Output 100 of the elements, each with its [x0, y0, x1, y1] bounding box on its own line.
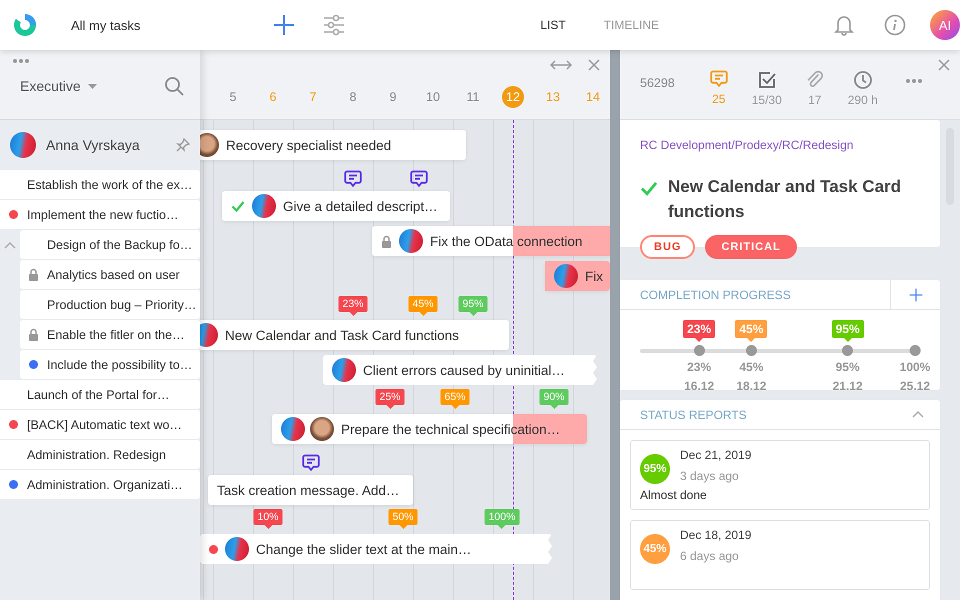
- tag: BUG: [640, 235, 696, 259]
- caret-icon[interactable]: [88, 84, 97, 88]
- task-bar[interactable]: Prepare the technical specification…: [272, 414, 587, 444]
- task-title: Recovery specialist needed: [226, 138, 392, 152]
- plus-icon[interactable]: [273, 14, 296, 36]
- task-title: Fix the OData connection: [430, 234, 582, 248]
- breadcrumb-link[interactable]: RC Development/Prodexy/RC/Redesign: [640, 138, 854, 152]
- task-title: Give a detailed descript…: [283, 198, 438, 214]
- milestone-percent: 23%: [687, 360, 712, 374]
- task-title: Prepare the technical specification…: [341, 422, 560, 436]
- task-row[interactable]: Administration. Organizati…: [0, 470, 200, 499]
- comment-icon: [302, 454, 320, 473]
- info-icon[interactable]: [884, 14, 906, 36]
- task-title: [BACK] Automatic text wo…: [27, 418, 182, 432]
- task-title: Establish the work of the ex…: [27, 178, 192, 192]
- milestone-dot: [694, 345, 705, 356]
- task-title: Implement the new fuctio…: [27, 208, 178, 222]
- task-bar[interactable]: Fix: [545, 261, 610, 291]
- avatar: [332, 358, 356, 382]
- avatar: [281, 417, 305, 441]
- avatar: [252, 194, 276, 218]
- lock-icon: [28, 268, 39, 281]
- task-row[interactable]: Analytics based on user: [20, 260, 200, 289]
- task-title: Administration. Organizati…: [27, 478, 183, 492]
- section-title: STATUS REPORTS: [640, 408, 747, 422]
- chevron-icon[interactable]: [4, 242, 16, 249]
- task-title: Analytics based on user: [47, 268, 180, 282]
- avatar: [310, 417, 334, 441]
- expand-arrows-icon[interactable]: [550, 60, 572, 70]
- search-icon[interactable]: [164, 76, 184, 96]
- task-title: New Calendar and Task Card functions: [668, 176, 902, 223]
- task-title: Enable the fitler on the…: [47, 328, 185, 342]
- task-bar[interactable]: New Calendar and Task Card functions: [200, 320, 509, 350]
- page-title: All my tasks: [71, 18, 140, 32]
- task-row[interactable]: Implement the new fuctio…: [0, 200, 200, 229]
- logo-icon[interactable]: [13, 13, 37, 37]
- task-title: Client errors caused by uninitial…: [363, 362, 565, 378]
- avatar: [200, 133, 219, 157]
- paperclip-icon: [804, 70, 825, 90]
- comment-icon: [410, 170, 428, 189]
- day-label: 9: [388, 89, 398, 106]
- percent-badge: 45%: [640, 534, 670, 564]
- report-date: Dec 18, 2019: [680, 528, 752, 542]
- checkbox-icon: [756, 70, 777, 90]
- task-title: New Calendar and Task Card functions: [225, 328, 459, 342]
- lock-icon: [28, 328, 39, 341]
- task-row[interactable]: Design of the Backup fo…: [20, 230, 200, 259]
- task-row[interactable]: Establish the work of the ex…: [0, 170, 200, 199]
- task-row[interactable]: [BACK] Automatic text wo…: [0, 410, 200, 439]
- report-time: 3 days ago: [680, 469, 740, 483]
- task-title: Change the slider text at the main…: [256, 542, 472, 556]
- task-bar[interactable]: Recovery specialist needed: [200, 130, 466, 160]
- milestone-percent: 45%: [739, 360, 764, 374]
- task-bar[interactable]: Fix the OData connection: [372, 226, 610, 256]
- filter-dropdown[interactable]: Executive: [20, 78, 97, 94]
- assignee-name: Anna Vyrskaya: [46, 137, 141, 153]
- task-bar[interactable]: Give a detailed descript…: [222, 191, 450, 221]
- task-row[interactable]: Include the possibility to…: [20, 350, 200, 379]
- day-label: 5: [228, 89, 238, 106]
- day-label: 10: [425, 89, 441, 106]
- close-icon[interactable]: [588, 59, 600, 71]
- task-bar[interactable]: Client errors caused by uninitial…: [323, 355, 597, 385]
- milestone-date: 21.12: [832, 379, 863, 393]
- day-label: 6: [268, 89, 278, 106]
- percent-badge: 95%: [640, 454, 670, 484]
- plus-icon[interactable]: [908, 288, 922, 302]
- pin-icon[interactable]: [176, 138, 190, 152]
- task-title: Task creation message. Add…: [217, 482, 400, 498]
- day-label: 8: [348, 89, 358, 106]
- task-row[interactable]: Enable the fitler on the…: [20, 320, 200, 349]
- bell-icon[interactable]: [834, 14, 854, 36]
- task-id: 56298: [640, 75, 675, 92]
- task-bar[interactable]: Change the slider text at the main…: [200, 534, 552, 564]
- milestone-date: 18.12: [736, 379, 766, 393]
- day-label: 7: [308, 89, 318, 106]
- avatar: [399, 229, 423, 253]
- task-bar[interactable]: Task creation message. Add…: [208, 475, 413, 505]
- comment-icon: [344, 170, 362, 189]
- milestone-date: 25.12: [900, 379, 930, 393]
- report-time: 6 days ago: [680, 549, 740, 563]
- more-icon[interactable]: [12, 58, 30, 64]
- day-label: 12: [493, 86, 533, 108]
- chevron-icon[interactable]: [912, 411, 924, 418]
- task-row[interactable]: Administration. Redesign: [0, 440, 200, 469]
- task-row[interactable]: Launch of the Portal for…: [0, 380, 200, 409]
- section-title: COMPLETION PROGRESS: [640, 288, 791, 302]
- comment-icon: [710, 70, 728, 89]
- close-icon[interactable]: [938, 59, 950, 71]
- milestone-dot: [746, 345, 757, 356]
- day-label: 11: [466, 89, 480, 106]
- task-title: Administration. Redesign: [27, 448, 166, 462]
- avatar: [200, 323, 218, 347]
- settings-icon[interactable]: [323, 14, 346, 36]
- task-row[interactable]: Production bug – Priority…: [20, 290, 200, 319]
- milestone-percent: 95%: [836, 360, 860, 374]
- day-label: 13: [545, 89, 561, 106]
- task-title: Include the possibility to…: [47, 358, 192, 372]
- task-title: Production bug – Priority…: [47, 298, 196, 312]
- more-icon[interactable]: [904, 78, 923, 84]
- view-tab[interactable]: LIST: [540, 12, 566, 38]
